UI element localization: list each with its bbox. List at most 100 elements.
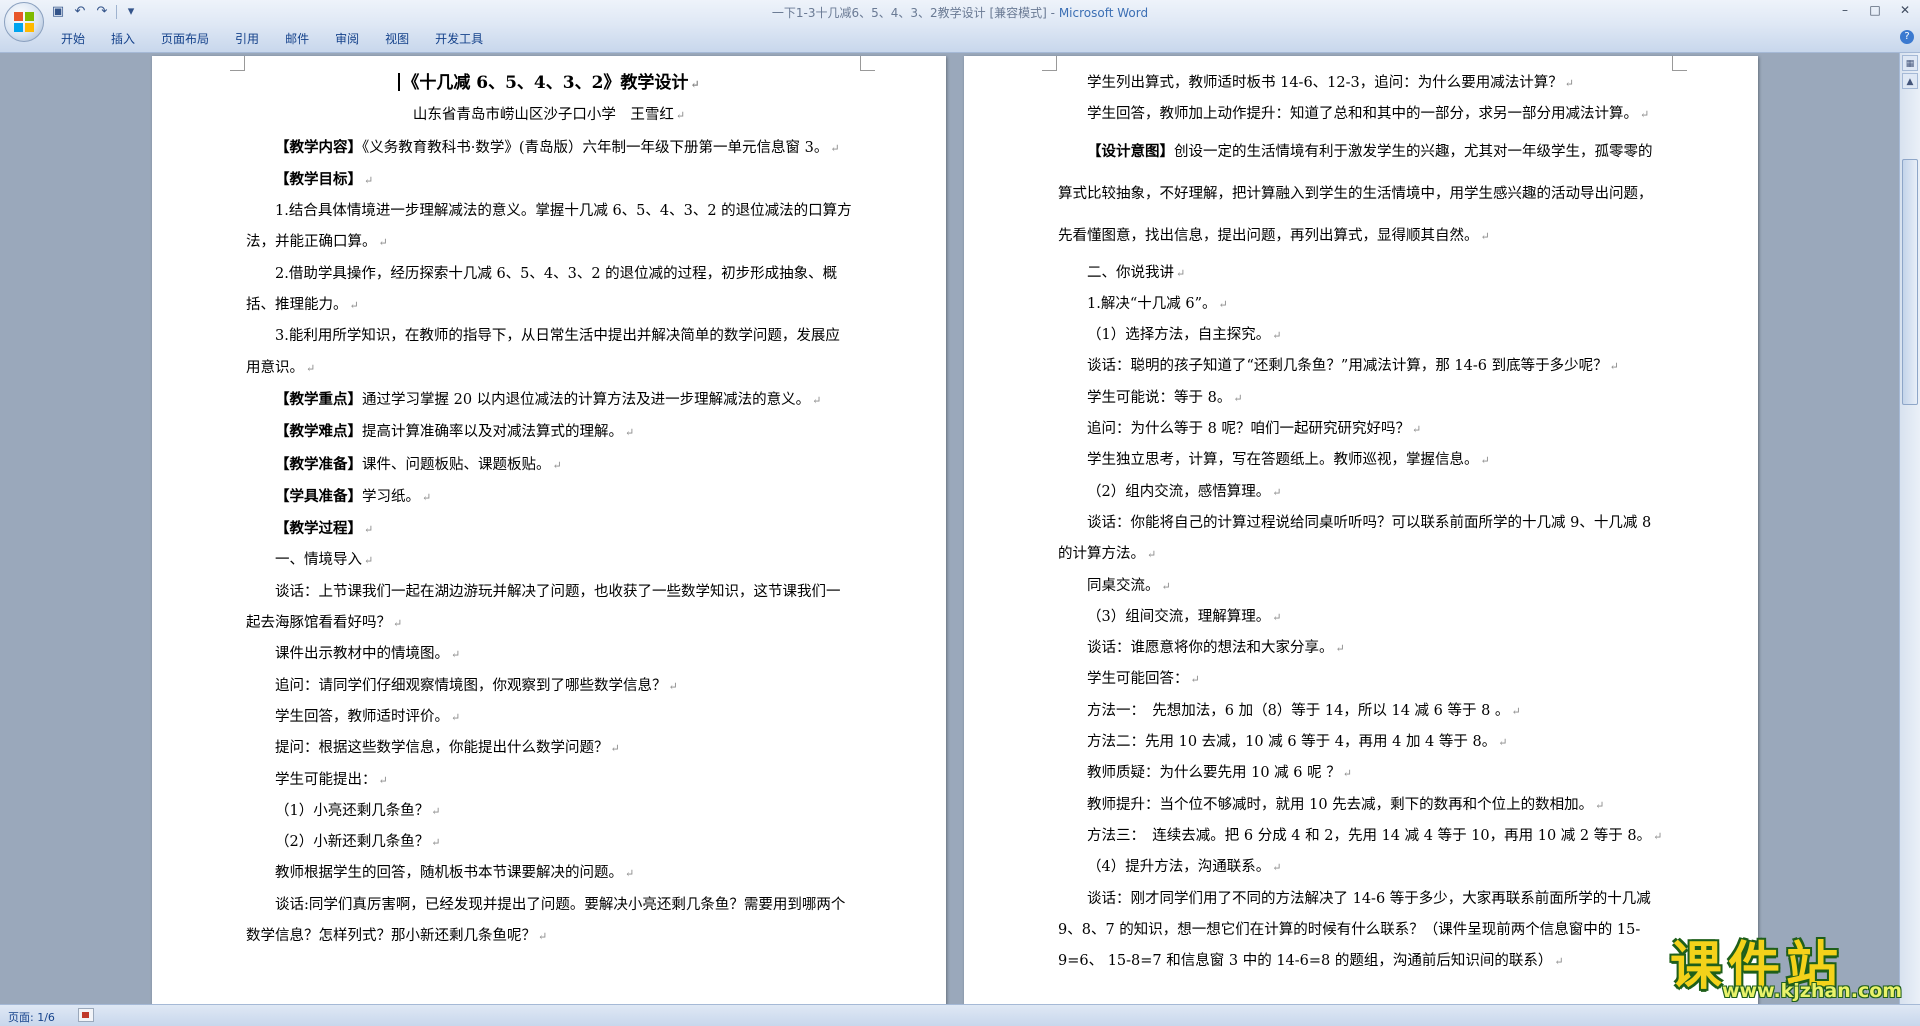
tab-home[interactable]: 开始 [48,30,98,48]
paragraph: 追问：请同学们仔细观察情境图，你观察到了哪些数学信息？ ↵ [246,671,852,702]
paragraph-text: 学生可能说：等于 8。 [1087,389,1232,406]
tab-view[interactable]: 视图 [372,30,422,48]
paragraph: 3.能利用所学知识，在教师的指导下，从日常生活中提出并解决简单的数学问题，发展应… [246,321,852,384]
paragraph-mark-icon: ↵ [552,458,562,472]
tab-page-layout[interactable]: 页面布局 [148,30,222,48]
scrollbar-thumb[interactable] [1902,159,1918,405]
vertical-scrollbar[interactable]: ▦ ▲ [1899,53,1920,1004]
paragraph: （4）提升方法，沟通联系。 ↵ [1058,852,1664,883]
proofing-status-icon[interactable] [78,1008,94,1022]
paragraph-mark-icon: ↵ [364,173,374,187]
help-icon[interactable]: ? [1900,30,1914,44]
paragraph-text: 追问：请同学们仔细观察情境图，你观察到了哪些数学信息？ [275,677,667,694]
tab-mailings[interactable]: 邮件 [272,30,322,48]
tab-references[interactable]: 引用 [222,30,272,48]
tab-review[interactable]: 审阅 [322,30,372,48]
section-label: 【教学重点】 [275,390,362,408]
paragraph-mark-icon: ↵ [610,742,620,756]
paragraph-mark-icon: ↵ [1564,77,1574,90]
right-page-body[interactable]: 学生列出算式，教师适时板书 14-6、12-3，追问：为什么要用减法计算？ ↵ 学生… [1058,68,1664,977]
paragraph-text: 山东省青岛市崂山区沙子口小学 王雪红 [412,107,674,124]
paragraph-mark-icon: ↵ [349,299,359,313]
paragraph-mark-icon: ↵ [1272,485,1282,499]
paragraph: 学生可能回答： ↵ [1058,664,1664,695]
paragraph-text: 学生可能回答： [1087,671,1189,688]
paragraph-text: 《义务教育教科书·数学》(青岛版）六年制一年级下册第一单元信息窗 3。 [362,139,829,156]
paragraph-text: 同桌交流。 [1087,577,1160,594]
paragraph: 谈话：你能将自己的计算过程说给同桌听听吗？可以联系前面所学的十几减 9、十几减 … [1058,508,1664,571]
paragraph: （1）选择方法，自主探究。 ↵ [1058,320,1664,351]
close-button[interactable]: ✕ [1890,0,1920,20]
watermark-logo: 课件站 www.kjzhan.com [1660,924,1910,1006]
tab-developer[interactable]: 开发工具 [422,30,496,48]
paragraph-mark-icon: ↵ [1595,798,1605,812]
paragraph-text: 1.结合具体情境进一步理解减法的意义。掌握十几减 6、5、4、3、2 的退位减法… [246,203,852,251]
section-label: 【教学准备】 [275,455,362,473]
paragraph-mark-icon: ↵ [378,236,388,250]
ruler-toggle-icon[interactable]: ▦ [1902,55,1918,71]
left-page-body[interactable]: 《十几减 6、5、4、3、2》教学设计 ↵ 山东省青岛市崂山区沙子口小学 王雪红 ↵ 【… [246,68,852,952]
paragraph-text: 《十几减 6、5、4、3、2》教学设计 [402,73,689,93]
paragraph: （2）小新还剩几条鱼？ ↵ [246,827,852,858]
paragraph-text: （4）提升方法，沟通联系。 [1087,859,1271,876]
paragraph-mark-icon: ↵ [1609,360,1619,374]
paragraph-mark-icon: ↵ [812,393,822,407]
paragraph: 学生列出算式，教师适时板书 14-6、12-3，追问：为什么要用减法计算？ ↵ [1058,68,1664,99]
paragraph-mark-icon: ↵ [1190,673,1200,687]
paragraph-text: 学习纸。 [362,488,420,505]
paragraph-mark-icon: ↵ [690,78,700,91]
paragraph-mark-icon: ↵ [1554,955,1564,969]
paragraph-mark-icon: ↵ [830,141,840,155]
paragraph: 谈话：谁愿意将你的想法和大家分享。 ↵ [1058,633,1664,664]
paragraph-text: （1）选择方法，自主探究。 [1087,327,1271,344]
tab-insert[interactable]: 插入 [98,30,148,48]
paragraph-mark-icon: ↵ [1640,108,1650,122]
paragraph-text: 方法三： 连续去减。把 6 分成 4 和 2，先用 14 减 4 等于 10，再… [1087,827,1652,844]
paragraph-text: 课件出示教材中的情境图。 [275,646,449,663]
paragraph: 方法二：先用 10 去减，10 减 6 等于 4，再用 4 加 4 等于 8。 ↵ [1058,727,1664,758]
paragraph: 教师根据学生的回答，随机板书本节课要解决的问题。 ↵ [246,858,852,889]
paragraph-text: 教师根据学生的回答，随机板书本节课要解决的问题。 [275,865,623,882]
paragraph-text: （1）小亮还剩几条鱼？ [275,802,430,819]
paragraph-text: 学生回答，教师适时评价。 [275,708,449,725]
office-button[interactable] [4,2,44,42]
section-label: 【教学过程】 [275,520,362,538]
paragraph: 追问：为什么等于 8 呢？咱们一起研究研究好吗？ ↵ [1058,414,1664,445]
page-indicator[interactable]: 页面: 1/6 [8,1009,55,1025]
window-controls: – □ ✕ [1830,0,1920,20]
section-label: 【教学内容】 [275,138,362,156]
paragraph-mark-icon: ↵ [422,490,432,504]
paragraph: 方法三： 连续去减。把 6 分成 4 和 2，先用 14 减 4 等于 10，再… [1058,821,1664,852]
paragraph: （1）小亮还剩几条鱼？ ↵ [246,796,852,827]
status-bar: 页面: 1/6 [0,1004,1920,1026]
paragraph-text: 3.能利用所学知识，在教师的指导下，从日常生活中提出并解决简单的数学问题，发展应… [246,328,840,376]
paragraph: 【学具准备】学习纸。 ↵ [246,481,852,513]
paragraph-mark-icon: ↵ [1480,454,1490,468]
page-right: 学生列出算式，教师适时板书 14-6、12-3，追问：为什么要用减法计算？ ↵ 学生… [964,56,1758,1006]
section-label: 【设计意图】 [1087,142,1174,160]
paragraph-text: 方法一： 先想加法，6 加（8）等于 14，所以 14 减 6 等于 8 。 [1087,702,1510,719]
paragraph-mark-icon: ↵ [1272,861,1282,875]
section-label: 【学具准备】 [275,487,362,505]
maximize-button[interactable]: □ [1860,0,1890,20]
paragraph-mark-icon: ↵ [1176,266,1186,280]
title-bar: ▣ ↶ ↷ ▾ 一下1-3十几减6、5、4、3、2教学设计 [兼容模式] - M… [0,0,1920,42]
paragraph: 课件出示教材中的情境图。 ↵ [246,639,852,670]
paragraph-text: （2）组内交流，感悟算理。 [1087,483,1271,500]
paragraph-mark-icon: ↵ [1335,642,1345,656]
paragraph-text: 课件、问题板贴、课题板贴。 [362,456,551,473]
text-cursor [398,73,401,91]
paragraph-mark-icon: ↵ [675,109,686,123]
paragraph-text: （2）小新还剩几条鱼？ [275,834,430,851]
office-logo-icon [14,12,34,32]
paragraph: 【教学重点】通过学习掌握 20 以内退位减法的计算方法及进一步理解减法的意义。 ↵ [246,384,852,416]
crop-mark [230,56,245,71]
scroll-up-arrow-icon[interactable]: ▲ [1902,73,1918,89]
watermark-url: www.kjzhan.com [1722,980,1903,1002]
paragraph-text: 谈话：上节课我们一起在湖边游玩并解决了问题，也收获了一些数学知识，这节课我们一起… [246,583,841,632]
paragraph-mark-icon: ↵ [364,554,374,568]
paragraph: 学生回答，教师适时评价。 ↵ [246,702,852,733]
paragraph: 1.结合具体情境进一步理解减法的意义。掌握十几减 6、5、4、3、2 的退位减法… [246,196,852,259]
minimize-button[interactable]: – [1830,0,1860,20]
paragraph-text: 谈话：谁愿意将你的想法和大家分享。 [1087,640,1334,657]
